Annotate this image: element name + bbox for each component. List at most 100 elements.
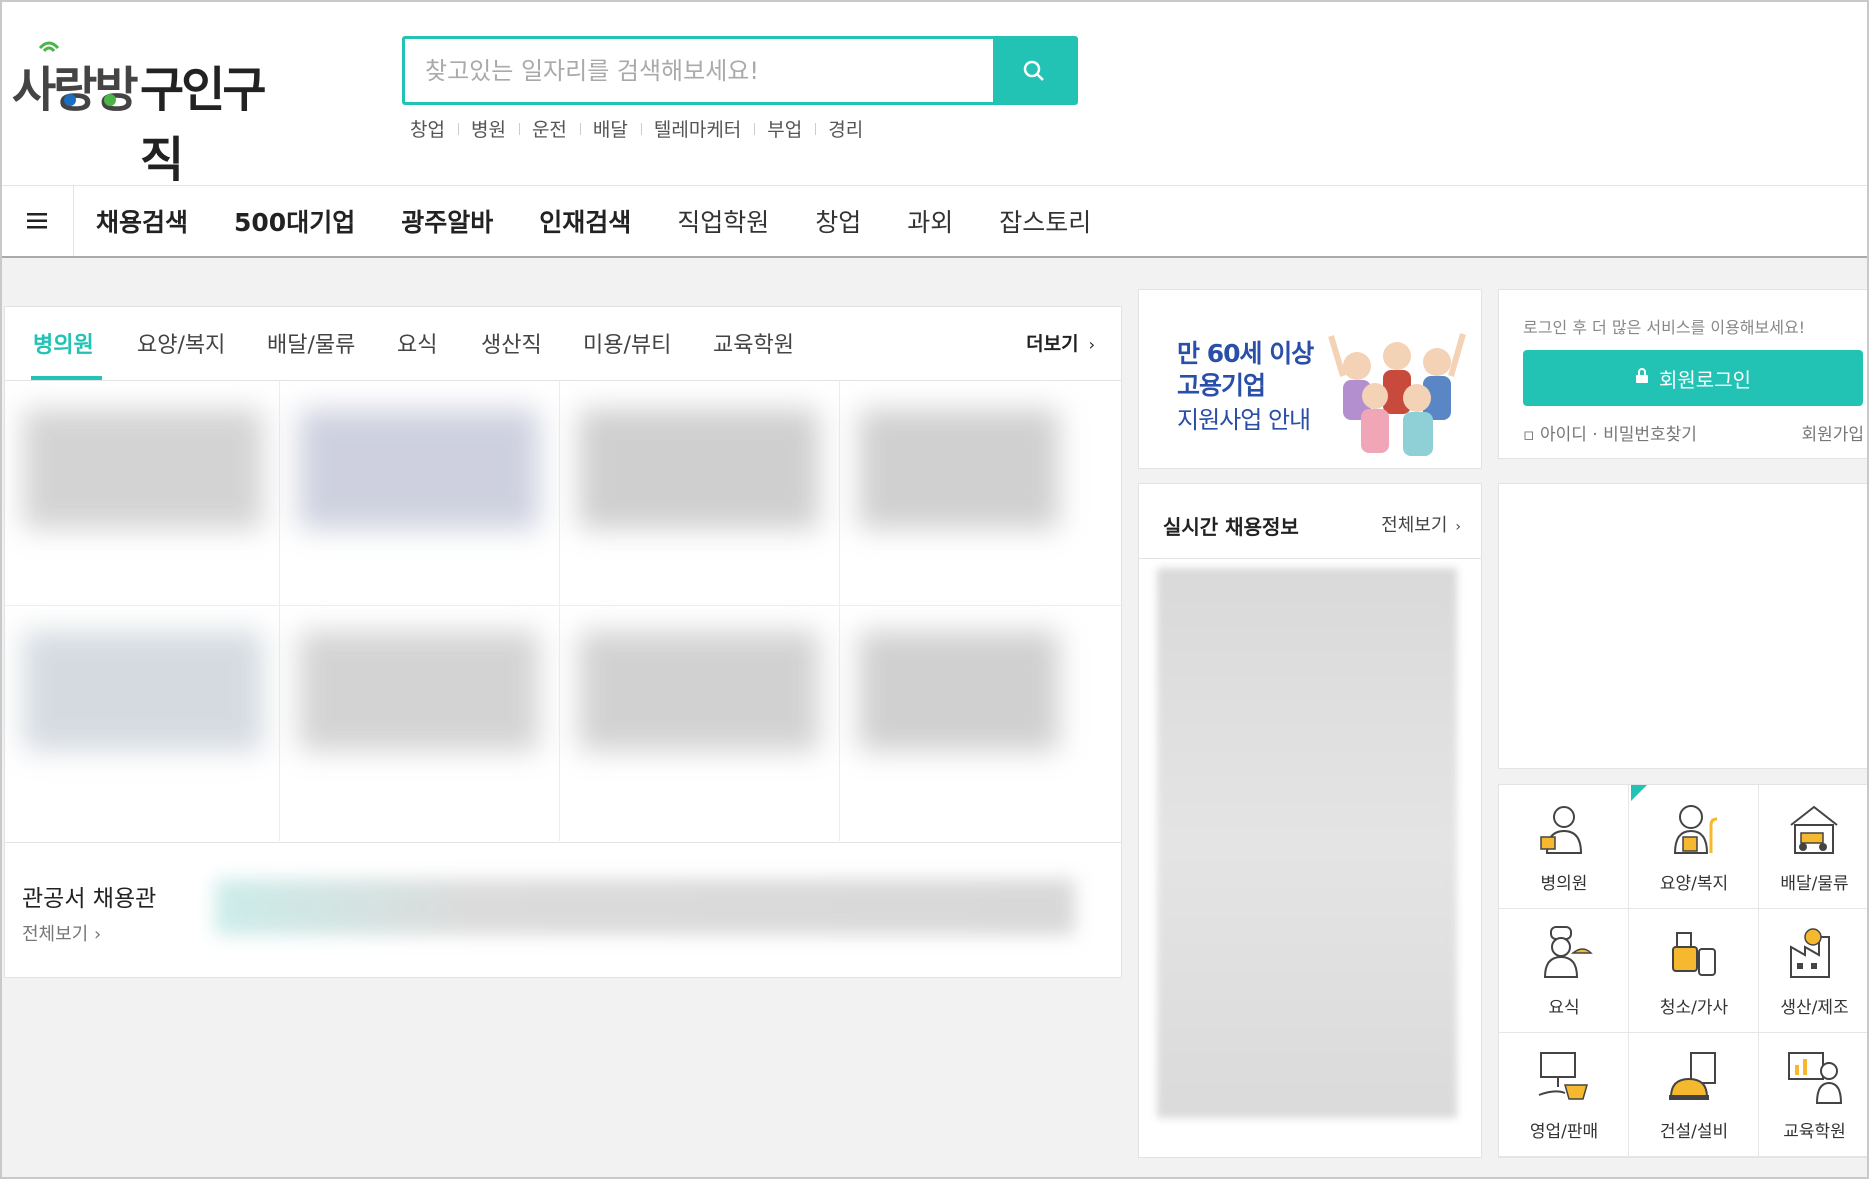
job-listing-grid xyxy=(5,381,1121,841)
category-education[interactable]: 교육학원 xyxy=(1759,1033,1869,1157)
tab-education[interactable]: 교육학원 xyxy=(713,327,794,359)
tab-hospital[interactable]: 병의원 xyxy=(33,327,94,359)
keyword-link[interactable]: 텔레마케터 xyxy=(640,115,754,142)
lock-icon xyxy=(1635,368,1649,388)
keyword-link[interactable]: 경리 xyxy=(815,115,876,142)
banner-line-2: 고용기업 xyxy=(1177,371,1266,400)
construction-icon xyxy=(1669,1052,1716,1100)
category-cleaning[interactable]: 청소/가사 xyxy=(1629,909,1759,1033)
doctor-icon xyxy=(1540,806,1583,854)
site-header: 사랑방 구인구직 창업 병원 운전 배달 텔레마케터 부업 경리 xyxy=(0,0,1869,188)
keyword-link[interactable]: 병원 xyxy=(457,115,519,142)
site-logo[interactable]: 사랑방 구인구직 xyxy=(10,40,285,188)
logo-dot-green xyxy=(104,94,116,106)
tab-food[interactable]: 요식 xyxy=(397,327,437,359)
job-card[interactable] xyxy=(579,631,819,751)
category-label: 요양/복지 xyxy=(1659,874,1729,894)
tab-delivery[interactable]: 배달/물류 xyxy=(267,327,355,359)
chevron-right-icon: › xyxy=(93,924,102,945)
logo-text-primary: 사랑방 xyxy=(12,62,138,118)
job-card[interactable] xyxy=(859,409,1059,529)
grid-divider xyxy=(279,381,280,841)
keyword-link[interactable]: 배달 xyxy=(579,115,641,142)
job-card[interactable] xyxy=(579,409,819,529)
menu-button[interactable] xyxy=(0,186,74,256)
tab-care[interactable]: 요양/복지 xyxy=(137,327,225,359)
category-tabs: 병의원 요양/복지 배달/물류 요식 생산직 미용/뷰티 교육학원 더보기 › xyxy=(5,307,1121,381)
job-card[interactable] xyxy=(23,631,263,751)
keyword-link[interactable]: 운전 xyxy=(518,115,580,142)
nav-item-gwangju-alba[interactable]: 광주알바 xyxy=(401,203,493,239)
login-button-label: 회원로그인 xyxy=(1659,367,1751,392)
realtime-more-link[interactable]: 전체보기 › xyxy=(1381,511,1461,537)
category-label: 청소/가사 xyxy=(1659,998,1729,1018)
keyword-link[interactable]: 창업 xyxy=(410,115,458,142)
cleaning-icon xyxy=(1672,932,1716,976)
search-button[interactable] xyxy=(993,39,1075,102)
hamburger-icon xyxy=(26,213,47,229)
gov-section-title: 관공서 채용관 xyxy=(22,886,157,912)
category-food[interactable]: 요식 xyxy=(1499,909,1629,1033)
find-account-link[interactable]: ▫ 아이디 · 비밀번호찾기 xyxy=(1523,420,1697,445)
category-delivery[interactable]: 배달/물류 xyxy=(1759,785,1869,909)
keyword-link[interactable]: 부업 xyxy=(754,115,815,142)
chevron-right-icon: › xyxy=(1088,335,1095,354)
chevron-right-icon: › xyxy=(1455,519,1461,535)
nav-item-startup[interactable]: 창업 xyxy=(815,203,861,239)
grid-divider xyxy=(839,381,840,841)
active-tab-indicator xyxy=(31,376,102,380)
delivery-scooter-icon xyxy=(1790,805,1838,854)
caregiver-icon xyxy=(1673,805,1718,854)
category-jobs-panel: 병의원 요양/복지 배달/물류 요식 생산직 미용/뷰티 교육학원 더보기 › 관… xyxy=(4,306,1122,978)
chef-icon xyxy=(1543,926,1593,978)
category-label: 요식 xyxy=(1548,998,1580,1018)
realtime-job-list[interactable] xyxy=(1157,568,1457,1118)
logo-dot-blue xyxy=(64,94,76,106)
login-box: 로그인 후 더 많은 서비스를 이용해보세요! 회원로그인 ▫ 아이디 · 비밀… xyxy=(1498,289,1869,459)
realtime-title: 실시간 채용정보 xyxy=(1163,515,1299,539)
login-message: 로그인 후 더 많은 서비스를 이용해보세요! xyxy=(1523,318,1806,337)
more-link[interactable]: 더보기 › xyxy=(1026,329,1095,356)
factory-icon xyxy=(1790,928,1830,978)
find-account-label: 아이디 · 비밀번호찾기 xyxy=(1539,425,1697,445)
banner-line-1: 만 60세 이상 xyxy=(1177,339,1314,368)
category-label: 배달/물류 xyxy=(1780,874,1849,894)
category-hospital[interactable]: 병의원 xyxy=(1499,785,1629,909)
category-label: 교육학원 xyxy=(1783,1122,1846,1142)
join-link[interactable]: 회원가입 xyxy=(1801,420,1864,445)
category-label: 병의원 xyxy=(1540,874,1588,894)
job-card[interactable] xyxy=(299,409,539,529)
gov-more-label: 전체보기 xyxy=(22,924,89,945)
senior-employment-banner[interactable]: 만 60세 이상 고용기업 지원사업 안내 xyxy=(1138,289,1482,469)
nav-item-job-search[interactable]: 채용검색 xyxy=(96,203,188,239)
teacher-icon xyxy=(1788,1052,1843,1104)
category-construction[interactable]: 건설/설비 xyxy=(1629,1033,1759,1157)
nav-item-top500[interactable]: 500대기업 xyxy=(234,203,355,239)
grid-divider xyxy=(5,605,1121,606)
category-label: 건설/설비 xyxy=(1659,1122,1729,1142)
gov-more-link[interactable]: 전체보기 › xyxy=(22,920,101,946)
nav-item-academy[interactable]: 직업학원 xyxy=(677,203,769,239)
key-icon: ▫ xyxy=(1523,425,1540,445)
job-card[interactable] xyxy=(299,631,539,751)
realtime-jobs-panel: 실시간 채용정보 전체보기 › xyxy=(1138,483,1482,1158)
nav-item-job-story[interactable]: 잡스토리 xyxy=(999,203,1091,239)
senior-group-illustration xyxy=(1328,333,1466,456)
category-label: 생산/제조 xyxy=(1780,998,1849,1018)
nav-item-tutoring[interactable]: 과외 xyxy=(907,203,953,239)
job-card[interactable] xyxy=(859,631,1059,751)
main-nav: 채용검색 500대기업 광주알바 인재검색 직업학원 창업 과외 잡스토리 xyxy=(0,185,1869,258)
tab-beauty[interactable]: 미용/뷰티 xyxy=(583,327,671,359)
government-jobs-section: 관공서 채용관 전체보기 › xyxy=(5,842,1121,977)
login-button[interactable]: 회원로그인 xyxy=(1523,350,1863,406)
nav-item-talent-search[interactable]: 인재검색 xyxy=(539,203,631,239)
search-input[interactable] xyxy=(425,39,985,102)
gov-job-ticker[interactable] xyxy=(215,879,1075,935)
job-card[interactable] xyxy=(23,409,263,529)
category-sales[interactable]: 영업/판매 xyxy=(1499,1033,1629,1157)
tab-production[interactable]: 생산직 xyxy=(481,327,542,359)
category-manufacturing[interactable]: 생산/제조 xyxy=(1759,909,1869,1033)
popular-keywords: 창업 병원 운전 배달 텔레마케터 부업 경리 xyxy=(410,115,876,142)
search-icon xyxy=(1023,60,1044,81)
category-care[interactable]: 요양/복지 xyxy=(1629,785,1759,909)
